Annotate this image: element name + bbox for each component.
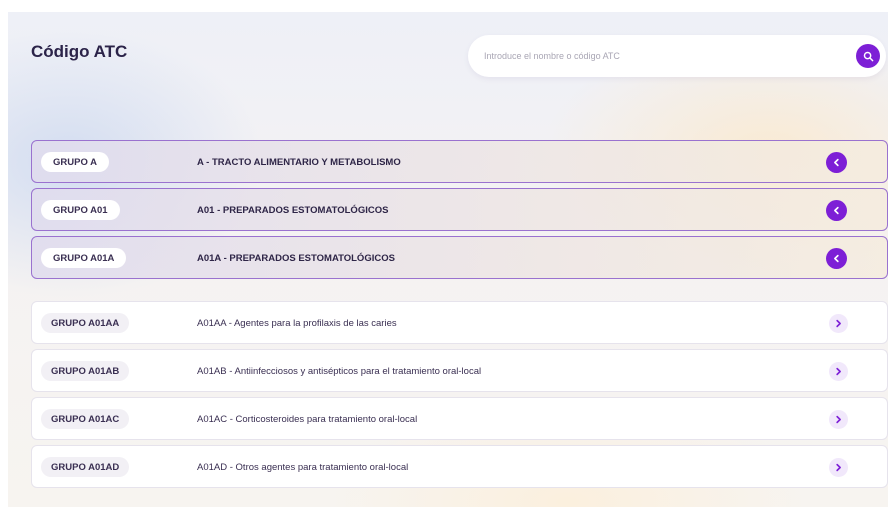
search-button[interactable] [856,44,880,68]
group-badge: GRUPO A01AD [41,457,130,477]
chevron-left-icon [834,158,839,167]
group-label: A - TRACTO ALIMENTARIO Y METABOLISMO [197,157,401,168]
group-label: A01AD - Otros agentes para tratamiento o… [197,462,409,473]
chevron-right-icon [836,367,841,376]
group-label: A01AC - Corticosteroides para tratamient… [197,414,418,425]
group-label: A01AA - Agentes para la profilaxis de la… [197,318,397,329]
chevron-right-icon [836,415,841,424]
group-badge: GRUPO A01AA [41,313,130,333]
parent-group-row[interactable]: GRUPO A01A A01A - PREPARADOS ESTOMATOLÓG… [31,236,888,279]
collapse-button[interactable] [826,200,847,221]
expand-button[interactable] [829,410,848,429]
chevron-right-icon [836,319,841,328]
group-badge: GRUPO A01AB [41,361,130,381]
chevron-left-icon [834,206,839,215]
search-bar [468,35,886,77]
chevron-right-icon [836,463,841,472]
expand-button[interactable] [829,362,848,381]
group-badge: GRUPO A01AC [41,409,130,429]
collapse-button[interactable] [826,152,847,173]
group-badge: GRUPO A01 [41,200,120,220]
search-input[interactable] [484,35,854,77]
group-label: A01AB - Antiinfecciosos y antisépticos p… [197,366,482,377]
collapse-button[interactable] [826,248,847,269]
group-label: A01A - PREPARADOS ESTOMATOLÓGICOS [197,253,395,264]
subgroup-row[interactable]: GRUPO A01AA A01AA - Agentes para la prof… [31,301,888,344]
page-title: Código ATC [31,42,128,61]
group-label: A01 - PREPARADOS ESTOMATOLÓGICOS [197,205,389,216]
search-icon [863,51,873,61]
group-badge: GRUPO A [41,152,109,172]
subgroup-row[interactable]: GRUPO A01AB A01AB - Antiinfecciosos y an… [31,349,888,392]
expand-button[interactable] [829,314,848,333]
parent-group-row[interactable]: GRUPO A A - TRACTO ALIMENTARIO Y METABOL… [31,140,888,183]
subgroup-row[interactable]: GRUPO A01AC A01AC - Corticosteroides par… [31,397,888,440]
parent-group-row[interactable]: GRUPO A01 A01 - PREPARADOS ESTOMATOLÓGIC… [31,188,888,231]
expand-button[interactable] [829,458,848,477]
subgroup-row[interactable]: GRUPO A01AD A01AD - Otros agentes para t… [31,445,888,488]
chevron-left-icon [834,254,839,263]
group-badge: GRUPO A01A [41,248,127,268]
